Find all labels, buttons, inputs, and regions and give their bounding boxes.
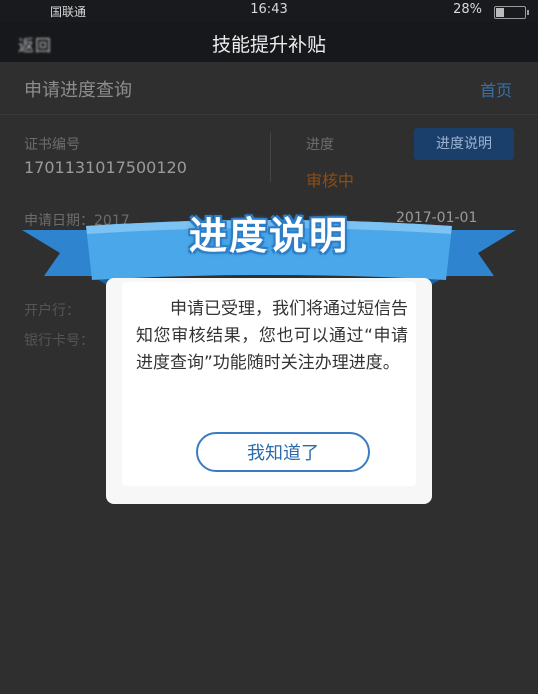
dialog-title: 进度说明	[188, 214, 349, 258]
dialog-body: 申请已受理，我们将通过短信告知您审核结果，您也可以通过“申请进度查询”功能随时关…	[122, 282, 416, 486]
dialog-message: 申请已受理，我们将通过短信告知您审核结果，您也可以通过“申请进度查询”功能随时关…	[136, 299, 408, 373]
progress-dialog: 申请已受理，我们将通过短信告知您审核结果，您也可以通过“申请进度查询”功能随时关…	[106, 278, 432, 504]
ok-button[interactable]: 我知道了	[196, 432, 370, 472]
